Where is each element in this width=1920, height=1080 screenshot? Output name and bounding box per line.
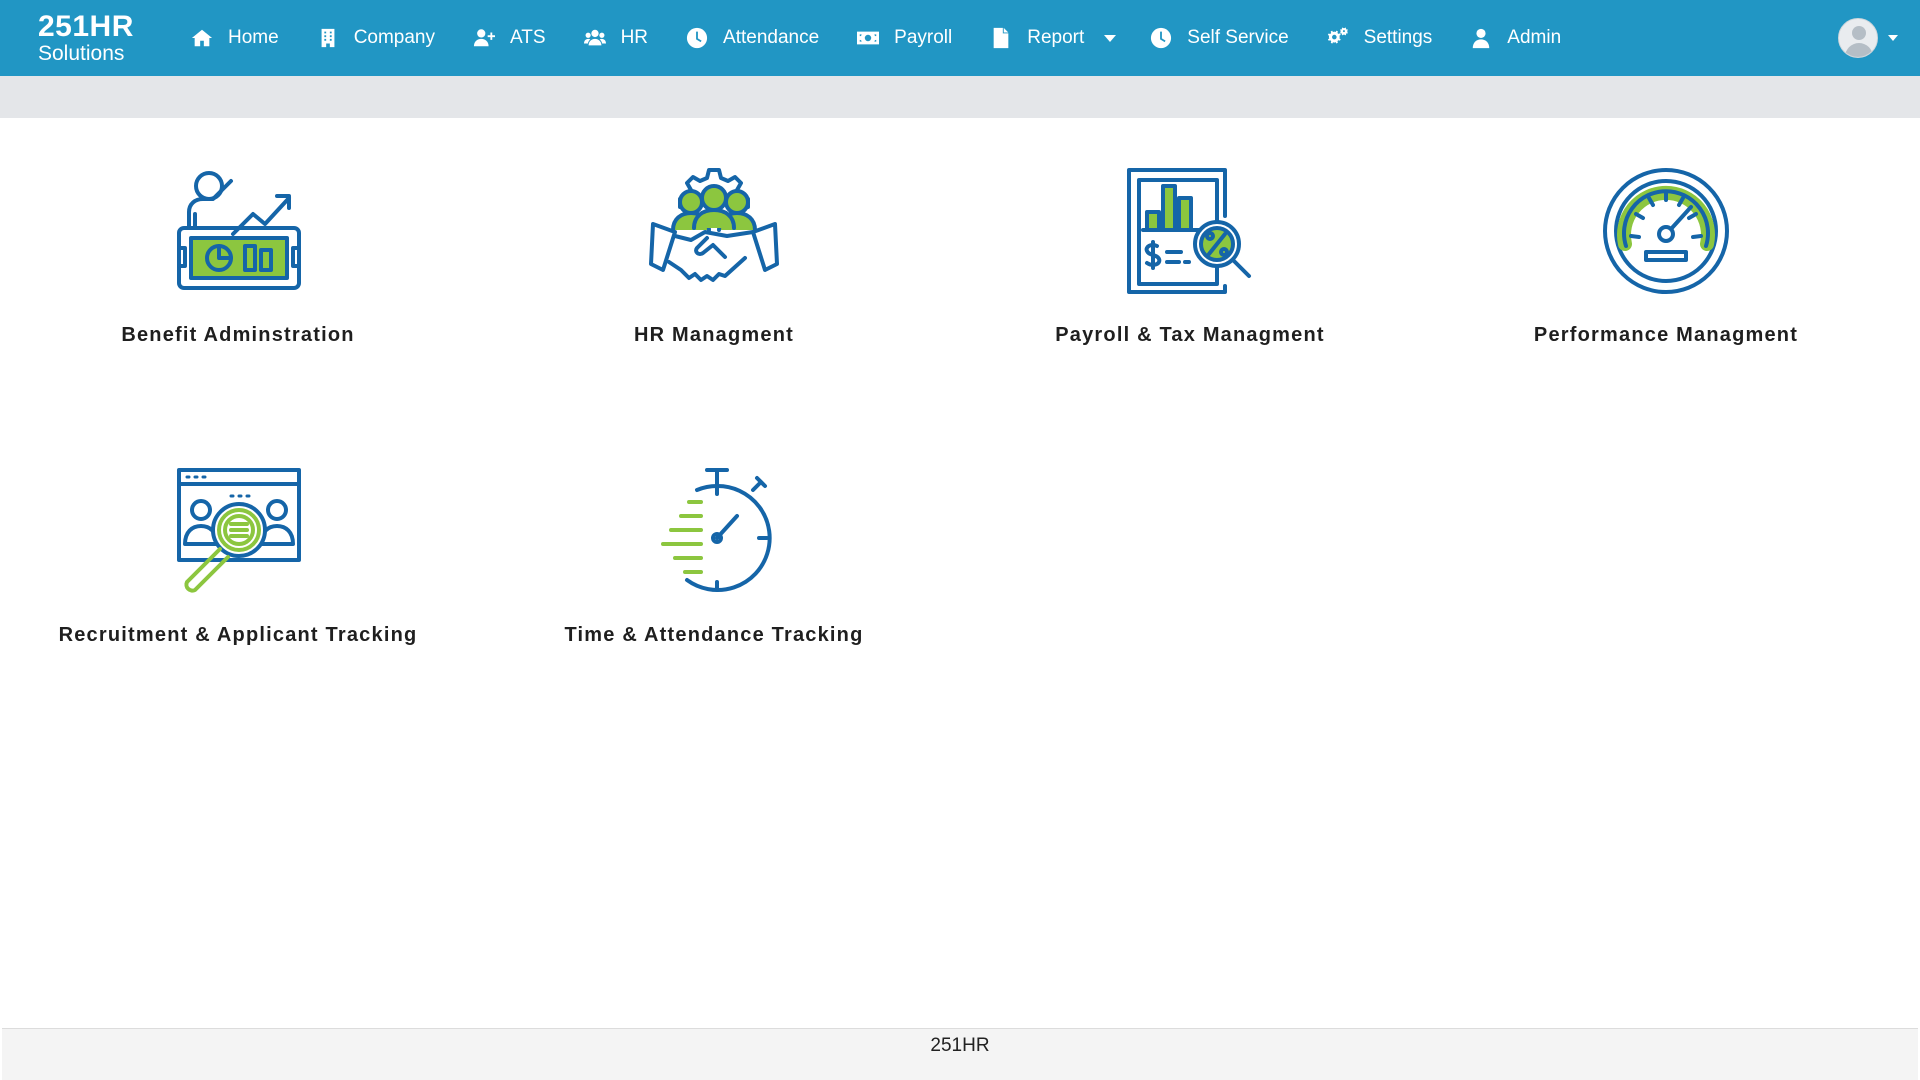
- module-recruitment-applicant-tracking[interactable]: Recruitment & Applicant Tracking: [0, 466, 476, 647]
- module-label: Recruitment & Applicant Tracking: [58, 624, 418, 646]
- brand-logo[interactable]: 251HR Solutions: [0, 10, 160, 65]
- money-bill-icon: [857, 31, 880, 45]
- module-benefit-administration[interactable]: Benefit Adminstration: [0, 166, 476, 347]
- nav-item-label: ATS: [510, 27, 546, 48]
- nav-item-label: Attendance: [723, 27, 820, 48]
- nav-item-label: HR: [620, 27, 649, 48]
- brand-name: 251HR: [38, 10, 134, 43]
- top-navbar: 251HR Solutions Home Company ATS HR Atte…: [0, 0, 1920, 76]
- recruitment-search-icon: [177, 468, 301, 593]
- users-icon: [583, 29, 606, 46]
- module-label: Benefit Adminstration: [121, 324, 355, 346]
- module-label: Time & Attendance Tracking: [564, 624, 864, 646]
- clock-icon: [1151, 27, 1172, 49]
- nav-item-self-service[interactable]: Self Service: [1131, 0, 1307, 76]
- nav-item-company[interactable]: Company: [298, 0, 454, 76]
- gears-icon: [1327, 27, 1348, 44]
- module-hr-management[interactable]: HR Managment: [476, 166, 952, 347]
- user-menu[interactable]: [1838, 18, 1898, 58]
- nav-item-settings[interactable]: Settings: [1308, 0, 1452, 76]
- sub-header-bar: [0, 76, 1920, 118]
- nav-item-label: Company: [353, 27, 436, 48]
- nav-item-admin[interactable]: Admin: [1451, 0, 1580, 76]
- nav-item-report[interactable]: Report: [971, 0, 1131, 76]
- module-label: HR Managment: [634, 324, 794, 346]
- avatar[interactable]: [1838, 18, 1878, 58]
- team-handshake-icon: [649, 168, 779, 282]
- home-icon: [191, 29, 213, 47]
- chevron-down-icon: [1888, 35, 1898, 41]
- main-nav: Home Company ATS HR Attendance Payroll R…: [172, 0, 1580, 76]
- building-icon: [321, 28, 335, 48]
- module-label: Performance Managment: [1533, 324, 1799, 346]
- clock-icon: [686, 27, 708, 49]
- benefit-presentation-icon: [177, 171, 301, 290]
- nav-item-label: Report: [1027, 27, 1085, 48]
- nav-item-label: Admin: [1507, 27, 1562, 48]
- module-time-attendance-tracking[interactable]: Time & Attendance Tracking: [476, 466, 952, 647]
- nav-item-ats[interactable]: ATS: [454, 0, 565, 76]
- tax-report-icon: [1127, 168, 1251, 294]
- file-icon: [993, 27, 1009, 49]
- module-payroll-tax-management[interactable]: Payroll & Tax Managment: [952, 166, 1428, 347]
- nav-item-label: Self Service: [1187, 27, 1289, 48]
- brand-tagline: Solutions: [38, 42, 125, 65]
- stopwatch-icon: [661, 468, 772, 592]
- nav-item-home[interactable]: Home: [172, 0, 298, 76]
- speedometer-icon: [1603, 168, 1729, 294]
- user-icon: [1473, 28, 1490, 49]
- nav-item-label: Home: [228, 27, 279, 48]
- footer-text: 251HR: [930, 1035, 990, 1056]
- module-label: Payroll & Tax Managment: [1055, 324, 1325, 346]
- nav-item-payroll[interactable]: Payroll: [838, 0, 971, 76]
- nav-item-attendance[interactable]: Attendance: [667, 0, 838, 76]
- user-plus-icon: [473, 29, 496, 47]
- footer: 251HR: [2, 1028, 1918, 1080]
- nav-item-label: Settings: [1363, 27, 1433, 48]
- chevron-down-icon: [1104, 34, 1117, 42]
- nav-item-hr[interactable]: HR: [565, 0, 667, 76]
- nav-item-label: Payroll: [894, 27, 953, 48]
- module-performance-management[interactable]: Performance Managment: [1428, 166, 1904, 347]
